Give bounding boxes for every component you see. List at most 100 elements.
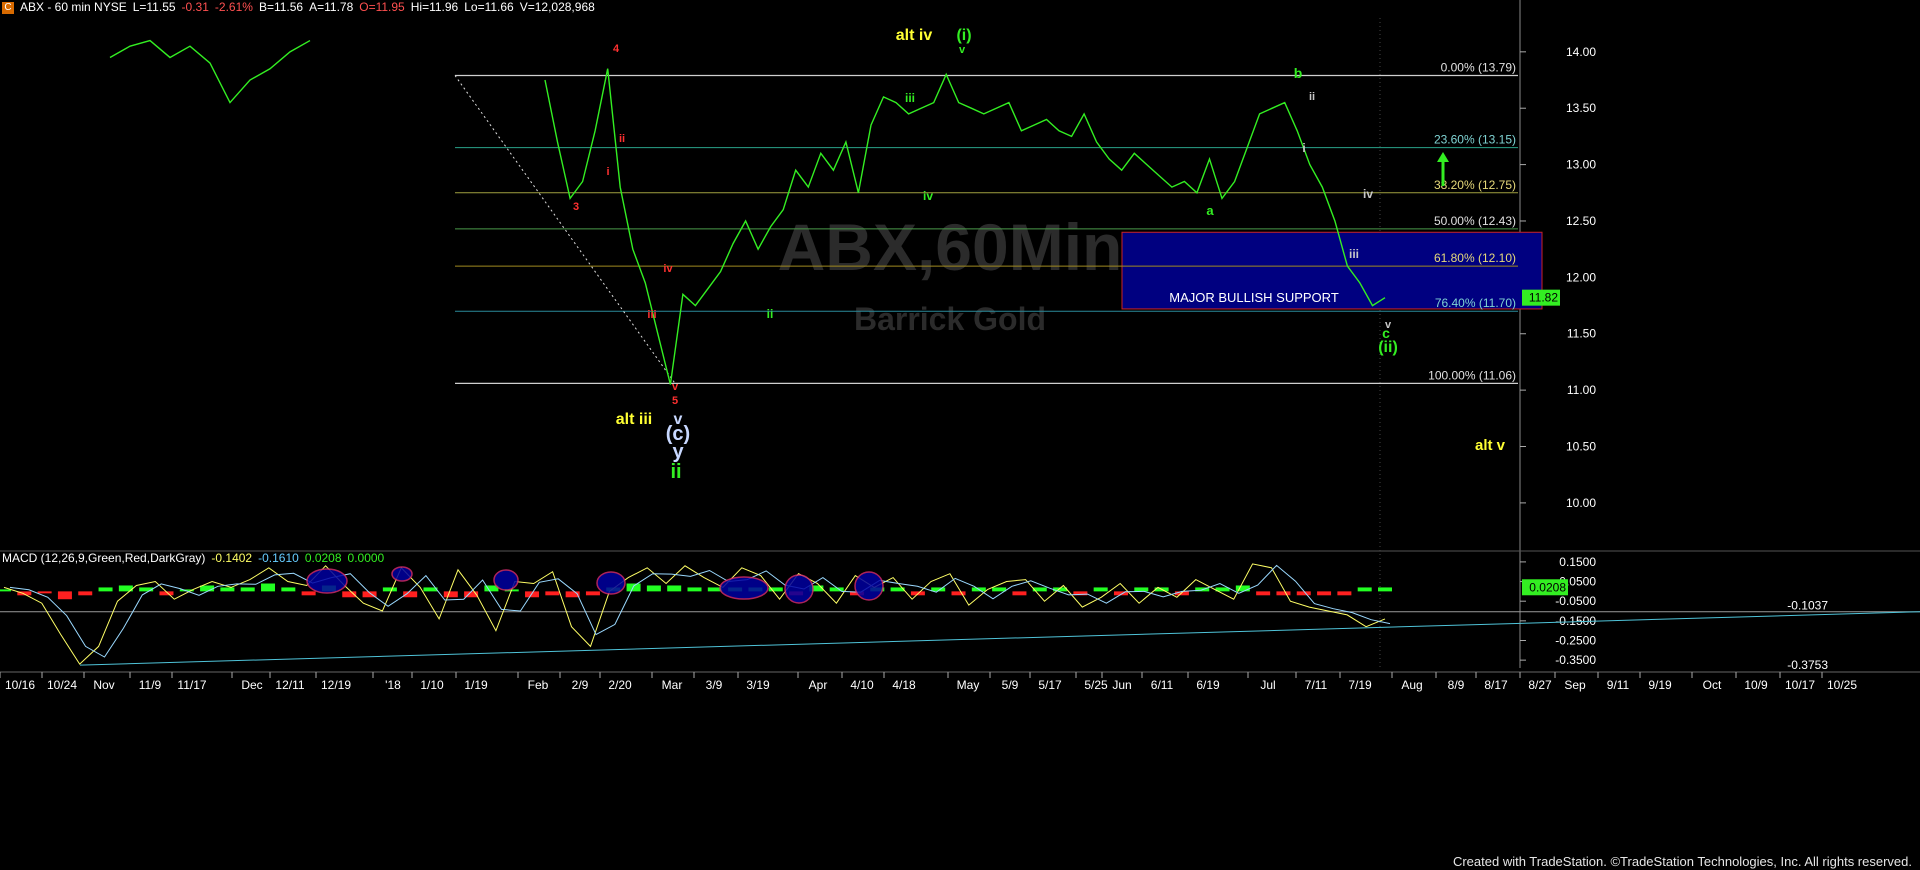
macd-histogram-bar (78, 591, 93, 596)
x-tick-label: 10/25 (1827, 678, 1857, 692)
wave-label: v (672, 381, 679, 393)
x-tick-label: Jun (1112, 678, 1131, 692)
macd-tick-label: -0.3500 (1555, 653, 1596, 667)
macd-trendline (79, 611, 1920, 666)
macd-histogram-bar (220, 587, 235, 592)
macd-histogram-bar (1296, 591, 1311, 596)
macd-histogram-bar (301, 591, 316, 596)
macd-histogram-bar (545, 591, 560, 596)
macd-avg-value: -0.1610 (258, 551, 299, 565)
macd-histogram-bar (1317, 591, 1332, 596)
fib-level-label: 23.60% (13.15) (1434, 133, 1516, 147)
wave-label: (ii) (1378, 339, 1398, 356)
macd-histogram-bar (200, 585, 215, 592)
symbol-icon[interactable]: C (2, 2, 14, 14)
volume: V=12,028,968 (519, 0, 595, 14)
wave-label: i (1302, 141, 1305, 155)
watermark-symbol: ABX,60Min (778, 210, 1123, 284)
price-tick-label: 13.00 (1566, 158, 1596, 172)
macd-histogram-bar (525, 591, 540, 598)
x-tick-label: 12/11 (275, 678, 304, 692)
macd-histogram-bar (667, 585, 682, 592)
wave-label: b (1294, 65, 1303, 81)
price-tick-label: 14.00 (1566, 45, 1596, 59)
x-tick-label: 10/16 (5, 678, 35, 692)
macd-peak-circle (854, 571, 884, 601)
x-tick-label: 4/18 (892, 678, 916, 692)
macd-histogram-bar (687, 587, 702, 592)
x-tick-label: 8/17 (1484, 678, 1508, 692)
fib-level-label: 100.00% (11.06) (1428, 368, 1516, 382)
last-price: L=11.55 (132, 0, 176, 14)
macd-histogram-bar (443, 591, 458, 598)
macd-peak-circle (493, 569, 519, 591)
wave-label: y (672, 441, 684, 463)
x-tick-label: 5/25 (1084, 678, 1108, 692)
chart-header: C ABX - 60 min NYSE L=11.55 -0.31 -2.61% B=11… (0, 0, 1920, 18)
macd-histogram-bar (382, 587, 397, 592)
bid-price: B=11.56 (258, 0, 304, 14)
x-tick-label: Nov (93, 678, 114, 692)
x-tick-label: 3/19 (746, 678, 770, 692)
x-tick-label: Aug (1401, 678, 1422, 692)
macd-histogram-bar (1256, 591, 1271, 596)
wave-label: alt iii (616, 411, 652, 428)
x-tick-label: 9/11 (1607, 678, 1630, 692)
x-tick-label: Feb (528, 678, 549, 692)
trendline-start-label: -0.3753 (1787, 658, 1828, 672)
wave-label: iii (647, 309, 656, 321)
wave-label: iv (1363, 187, 1373, 201)
watermark-company: Barrick Gold (854, 301, 1046, 337)
price-tick-label: 13.50 (1566, 101, 1596, 115)
macd-histogram-bar (585, 591, 600, 596)
x-tick-label: 2/20 (608, 678, 632, 692)
macd-value: -0.1402 (211, 551, 253, 565)
macd-diff-value: 0.0208 (304, 551, 342, 565)
footer-credit: Created with TradeStation. ©TradeStation… (1452, 854, 1912, 869)
up-arrow-icon (1437, 152, 1449, 162)
support-zone-label: MAJOR BULLISH SUPPORT (1169, 290, 1339, 305)
macd-tick-label: -0.0500 (1555, 594, 1596, 608)
price-and-macd-chart[interactable]: ABX,60Min Barrick Gold 14.00 13.50 13.00 12.5… (0, 0, 1920, 870)
wave-label: ii (767, 307, 774, 321)
macd-peak-circle (784, 574, 814, 604)
x-tick-label: 1/19 (464, 678, 488, 692)
x-tick-label: 10/9 (1744, 678, 1768, 692)
macd-histogram-bar (0, 589, 11, 592)
macd-histogram-bar (240, 587, 255, 592)
wave-label: iii (1349, 247, 1359, 261)
x-tick-label: 8/9 (1448, 678, 1465, 692)
x-tick-label: 3/9 (706, 678, 723, 692)
x-tick-label: 10/17 (1785, 678, 1815, 692)
x-tick-label: 9/19 (1648, 678, 1672, 692)
wave-label: iv (923, 189, 933, 203)
wave-label: 3 (573, 201, 579, 213)
fib-level-label: 50.00% (12.43) (1434, 214, 1516, 228)
x-tick-label: '18 (385, 678, 401, 692)
wave-label: iii (905, 91, 915, 105)
macd-histogram-bar (1276, 591, 1291, 596)
macd-histogram-bar (951, 591, 966, 596)
macd-peak-circle (719, 576, 769, 600)
price-tick-label: 11.50 (1567, 327, 1596, 341)
macd-tick-label: -0.2500 (1555, 633, 1596, 647)
x-tick-label: 5/17 (1038, 678, 1062, 692)
wave-label: 5 (672, 395, 678, 407)
price-series-line-left (109, 39, 311, 104)
fib-level-label: 76.40% (11.70) (1435, 296, 1516, 310)
fib-level-label: 38.20% (12.75) (1434, 178, 1516, 192)
low-price: Lo=11.66 (464, 0, 514, 14)
x-tick-label: Mar (662, 678, 683, 692)
macd-histogram-bar (37, 591, 52, 594)
macd-histogram-bar (1357, 587, 1372, 592)
x-tick-label: Oct (1703, 678, 1722, 692)
wave-label: alt v (1475, 437, 1506, 454)
macd-histogram-bar (98, 587, 113, 592)
x-tick-label: Jul (1260, 678, 1275, 692)
price-tick-label: 11.00 (1567, 383, 1596, 397)
fib-level-label: 0.00% (13.79) (1441, 61, 1516, 75)
price-tick-label: 12.50 (1566, 214, 1596, 228)
macd-signal-line (9, 564, 1391, 658)
macd-histogram-bar (1012, 591, 1027, 596)
open-price: O=11.95 (359, 0, 405, 14)
